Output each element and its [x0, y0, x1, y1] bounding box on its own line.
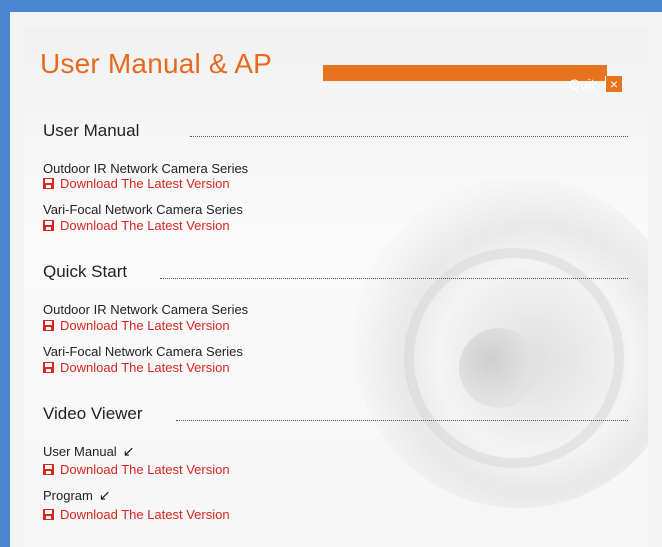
download-link[interactable]: Download The Latest Version — [43, 462, 230, 477]
download-link-label: Download The Latest Version — [60, 218, 230, 233]
item-label: User Manual ↙ — [43, 443, 134, 460]
download-link-label: Download The Latest Version — [60, 176, 230, 191]
floppy-disk-icon — [43, 509, 54, 520]
section-heading-quick-start: Quick Start — [43, 262, 128, 281]
section-heading-user-manual: User Manual — [43, 121, 140, 140]
title-accent-bar — [323, 65, 607, 81]
download-link[interactable]: Download The Latest Version — [43, 318, 230, 333]
floppy-disk-icon — [43, 464, 54, 475]
floppy-disk-icon — [43, 178, 54, 189]
section-divider — [160, 278, 628, 279]
download-link-label: Download The Latest Version — [60, 507, 230, 522]
floppy-disk-icon — [43, 320, 54, 331]
arrow-down-left-icon: ↙ — [122, 443, 135, 459]
download-link[interactable]: Download The Latest Version — [43, 176, 230, 191]
item-label: Vari-Focal Network Camera Series — [43, 202, 243, 217]
quit-button[interactable]: Quit — [569, 76, 595, 92]
arrow-down-left-icon: ↙ — [98, 487, 111, 503]
section-divider — [176, 420, 628, 421]
window-frame: User Manual & AP Quit × User Manual Outd… — [0, 0, 662, 547]
page-title: User Manual & AP — [40, 48, 272, 79]
download-link-label: Download The Latest Version — [60, 360, 230, 375]
section-heading-video-viewer: Video Viewer — [43, 404, 143, 423]
download-link[interactable]: Download The Latest Version — [43, 507, 230, 522]
download-link-label: Download The Latest Version — [60, 318, 230, 333]
download-link[interactable]: Download The Latest Version — [43, 218, 230, 233]
title-row: User Manual & AP Quit × — [40, 48, 632, 92]
section-divider — [190, 136, 628, 137]
close-icon[interactable]: × — [605, 76, 622, 92]
camera-lens-core — [459, 328, 539, 408]
download-link-label: Download The Latest Version — [60, 462, 230, 477]
item-label: Program ↙ — [43, 487, 111, 504]
floppy-disk-icon — [43, 362, 54, 373]
item-label: Vari-Focal Network Camera Series — [43, 344, 243, 359]
download-link[interactable]: Download The Latest Version — [43, 360, 230, 375]
floppy-disk-icon — [43, 220, 54, 231]
item-label: Outdoor IR Network Camera Series — [43, 302, 249, 317]
item-label-text: Program — [43, 488, 93, 503]
item-label: Outdoor IR Network Camera Series — [43, 161, 249, 176]
item-label-text: User Manual — [43, 444, 117, 459]
